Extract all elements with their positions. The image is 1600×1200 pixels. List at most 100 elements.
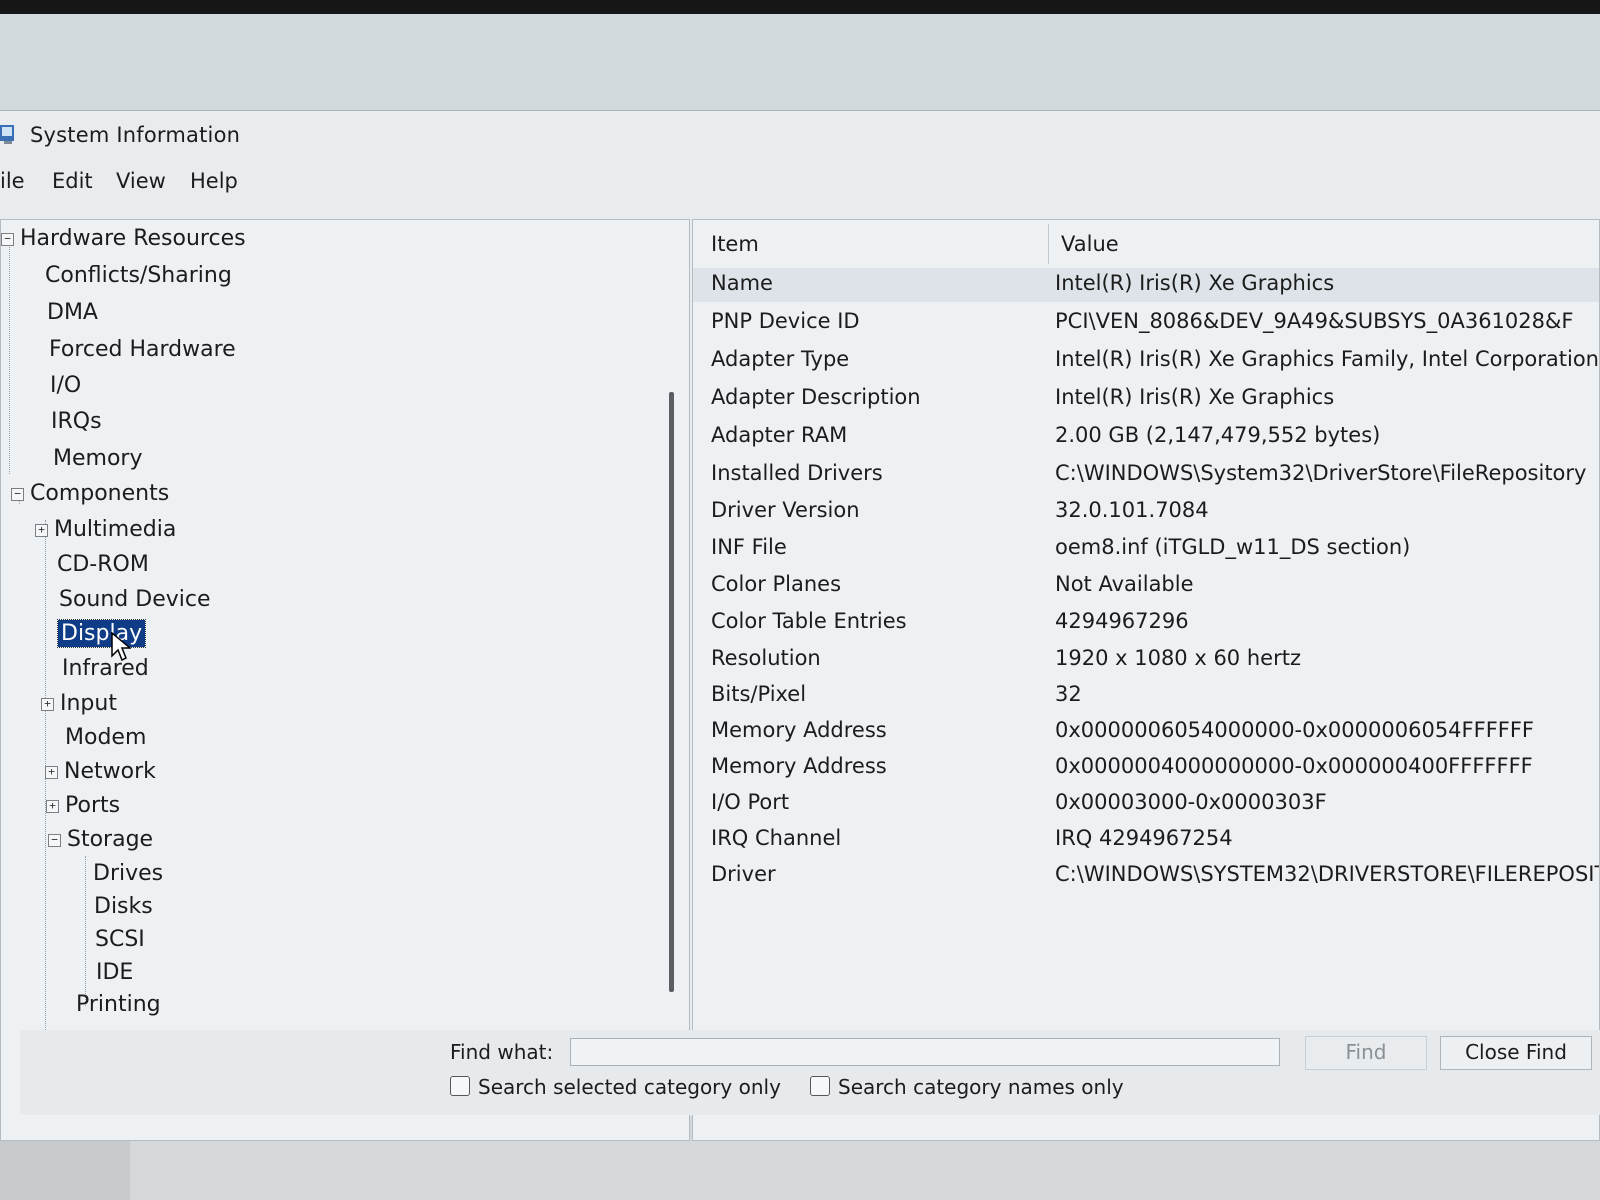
detail-value: 2.00 GB (2,147,479,552 bytes) [1055, 423, 1381, 447]
detail-row[interactable]: INF File oem8.inf (iTGLD_w11_DS section) [693, 532, 1599, 566]
tree-node-printing[interactable]: Printing [76, 992, 161, 1017]
menu-view[interactable]: View [116, 169, 166, 193]
tree-node-forced-hardware[interactable]: Forced Hardware [49, 337, 236, 362]
detail-row[interactable]: Color Table Entries 4294967296 [693, 606, 1599, 640]
tree-node-storage[interactable]: − Storage [48, 827, 153, 852]
detail-row[interactable]: IRQ Channel IRQ 4294967254 [693, 823, 1599, 857]
detail-item: Adapter Description [711, 385, 921, 409]
tree-node-disks[interactable]: Disks [94, 894, 153, 919]
plus-box-icon[interactable]: + [35, 524, 48, 537]
tree-node-label: Drives [93, 861, 164, 886]
detail-value: oem8.inf (iTGLD_w11_DS section) [1055, 535, 1411, 559]
title-bar[interactable]: System Information [0, 111, 1600, 159]
tree-node-label: Printing [76, 992, 161, 1017]
tree-scrollbar-thumb[interactable] [669, 392, 674, 992]
column-header-value[interactable]: Value [1061, 232, 1119, 256]
search-category-names-only-option[interactable]: Search category names only [810, 1075, 1124, 1099]
minus-box-icon[interactable]: − [11, 488, 24, 501]
minus-box-icon[interactable]: − [48, 834, 61, 847]
tree-node-label: Memory [53, 446, 143, 471]
detail-row[interactable]: Driver C:\WINDOWS\SYSTEM32\DRIVERSTORE\F… [693, 859, 1599, 893]
tree-node-network[interactable]: + Network [45, 759, 156, 784]
tree-node-modem[interactable]: Modem [65, 725, 146, 750]
detail-row[interactable]: Installed Drivers C:\WINDOWS\System32\Dr… [693, 458, 1599, 492]
detail-row[interactable]: Driver Version 32.0.101.7084 [693, 495, 1599, 529]
detail-row[interactable]: Adapter RAM 2.00 GB (2,147,479,552 bytes… [693, 420, 1599, 454]
detail-item: Bits/Pixel [711, 682, 807, 706]
detail-row[interactable]: PNP Device ID PCI\VEN_8086&DEV_9A49&SUBS… [693, 306, 1599, 340]
detail-row[interactable]: Adapter Description Intel(R) Iris(R) Xe … [693, 382, 1599, 416]
detail-value: 0x0000006054000000-0x0000006054FFFFFF [1055, 718, 1535, 742]
detail-value: Intel(R) Iris(R) Xe Graphics [1055, 385, 1335, 409]
detail-row[interactable]: Memory Address 0x0000004000000000-0x0000… [693, 751, 1599, 785]
column-header-item[interactable]: Item [711, 232, 759, 256]
tree-node-ide[interactable]: IDE [96, 960, 133, 985]
detail-value: 0x00003000-0x0000303F [1055, 790, 1327, 814]
detail-row[interactable]: Color Planes Not Available [693, 569, 1599, 603]
tree-node-label: Multimedia [54, 517, 177, 542]
close-find-button[interactable]: Close Find [1440, 1036, 1592, 1070]
detail-row[interactable]: Resolution 1920 x 1080 x 60 hertz [693, 643, 1599, 677]
detail-row[interactable]: I/O Port 0x00003000-0x0000303F [693, 787, 1599, 821]
detail-row[interactable]: Bits/Pixel 32 [693, 679, 1599, 713]
tree-node-label: Conflicts/Sharing [45, 263, 232, 288]
detail-row[interactable]: Memory Address 0x0000006054000000-0x0000… [693, 715, 1599, 749]
tree-connector [9, 244, 10, 474]
tree-node-dma[interactable]: DMA [47, 300, 98, 325]
detail-value: C:\WINDOWS\System32\DriverStore\FileRepo… [1055, 461, 1587, 485]
tree-node-label: Modem [65, 725, 147, 750]
tree-node-conflicts-sharing[interactable]: Conflicts/Sharing [45, 263, 232, 288]
detail-row[interactable]: Adapter Type Intel(R) Iris(R) Xe Graphic… [693, 344, 1599, 378]
tree-node-input[interactable]: + Input [41, 691, 117, 716]
detail-item: Color Planes [711, 572, 842, 596]
tree-node-components[interactable]: − Components [11, 481, 169, 506]
detail-value: 4294967296 [1055, 609, 1189, 633]
plus-box-icon[interactable]: + [46, 800, 59, 813]
detail-item: Adapter RAM [711, 423, 848, 447]
detail-item: Driver [711, 862, 776, 886]
find-what-input[interactable] [570, 1038, 1280, 1066]
tree-node-label: Ports [65, 793, 121, 818]
details-list[interactable]: Item Value Name Intel(R) Iris(R) Xe Grap… [692, 219, 1600, 1141]
find-button[interactable]: Find [1305, 1036, 1427, 1070]
tree-node-ports[interactable]: + Ports [46, 793, 120, 818]
minus-box-icon[interactable]: − [1, 233, 14, 246]
menu-help[interactable]: Help [190, 169, 238, 193]
tree-node-cd-rom[interactable]: CD-ROM [57, 552, 149, 577]
tree-node-hardware-resources[interactable]: − Hardware Resources [1, 226, 246, 251]
detail-item: Memory Address [711, 718, 887, 742]
tree-node-display[interactable]: Display [56, 619, 147, 648]
detail-value: Intel(R) Iris(R) Xe Graphics Family, Int… [1055, 347, 1599, 371]
plus-box-icon[interactable]: + [45, 766, 58, 779]
category-tree[interactable]: − Hardware Resources Conflicts/Sharing DM… [0, 219, 690, 1141]
column-divider[interactable] [1048, 224, 1049, 264]
detail-item: Color Table Entries [711, 609, 907, 633]
tree-node-infrared[interactable]: Infrared [62, 656, 149, 681]
tree-node-sound-device[interactable]: Sound Device [59, 587, 211, 612]
tree-node-label: SCSI [95, 927, 145, 952]
detail-item: IRQ Channel [711, 826, 842, 850]
search-selected-category-only-label: Search selected category only [478, 1075, 781, 1099]
tree-node-label: CD-ROM [57, 552, 149, 577]
search-category-names-only-checkbox[interactable] [810, 1076, 830, 1096]
search-selected-category-only-option[interactable]: Search selected category only [450, 1075, 781, 1099]
plus-box-icon[interactable]: + [41, 698, 54, 711]
menu-file[interactable]: ile [0, 169, 25, 193]
tree-node-io[interactable]: I/O [50, 373, 81, 398]
detail-item: Adapter Type [711, 347, 850, 371]
detail-value: Intel(R) Iris(R) Xe Graphics [1055, 271, 1335, 295]
detail-row[interactable]: Name Intel(R) Iris(R) Xe Graphics [693, 268, 1599, 302]
menu-edit[interactable]: Edit [52, 169, 93, 193]
detail-item: Resolution [711, 646, 821, 670]
tree-node-irqs[interactable]: IRQs [51, 409, 102, 434]
find-what-label: Find what: [450, 1040, 554, 1064]
tree-node-label: I/O [50, 373, 82, 398]
tree-node-multimedia[interactable]: + Multimedia [35, 517, 176, 542]
tree-node-scsi[interactable]: SCSI [95, 927, 145, 952]
tree-node-memory[interactable]: Memory [53, 446, 142, 471]
tree-node-drives[interactable]: Drives [93, 861, 163, 886]
tree-node-label: Storage [67, 827, 154, 852]
tree-node-label: Network [64, 759, 156, 784]
search-selected-category-only-checkbox[interactable] [450, 1076, 470, 1096]
detail-value: 32 [1055, 682, 1082, 706]
